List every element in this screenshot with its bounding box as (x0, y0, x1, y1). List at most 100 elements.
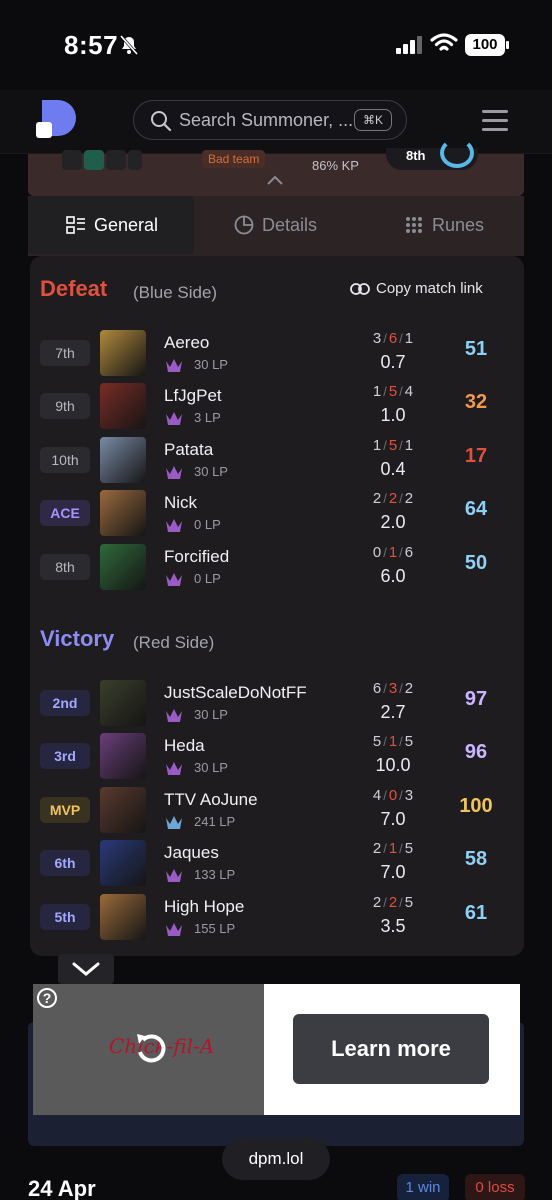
placement-badge: 8th (40, 554, 90, 580)
champion-portrait[interactable] (100, 330, 146, 376)
champion-portrait[interactable] (100, 787, 146, 833)
assists: 5 (404, 733, 414, 750)
rank-emblem-icon (166, 762, 182, 775)
loss-count-badge: 0 loss (465, 1174, 525, 1200)
summoner-name[interactable]: LfJgPet (164, 386, 222, 406)
champion-portrait[interactable] (100, 894, 146, 940)
kills: 1 (372, 383, 382, 400)
menu-line (482, 128, 508, 131)
kill-participation: 86% KP (312, 158, 359, 173)
player-row[interactable]: 6th Jaques 133 LP 2/1/5 7.0 58 (30, 840, 524, 890)
kda-separator: / (399, 545, 403, 560)
assists: 2 (404, 490, 414, 507)
summoner-name[interactable]: Patata (164, 440, 213, 460)
kda-line: 5/1/5 (352, 733, 434, 750)
team-side-blue: (Blue Side) (133, 283, 218, 302)
kda-line: 2/2/5 (352, 894, 434, 911)
rank-emblem-icon (166, 816, 182, 829)
summoner-name[interactable]: Forcified (164, 547, 229, 567)
champion-portrait[interactable] (100, 840, 146, 886)
player-row[interactable]: ACE Nick 0 LP 2/2/2 2.0 64 (30, 490, 524, 540)
tab-runes[interactable]: Runes (404, 196, 514, 254)
pie-chart-icon (234, 215, 254, 235)
summoner-name[interactable]: Aereo (164, 333, 209, 353)
kda-ratio: 2.0 (380, 512, 406, 532)
kills: 5 (372, 733, 382, 750)
kda-separator: / (399, 331, 403, 346)
copy-match-link-button[interactable]: Copy match link (350, 280, 483, 297)
summoner-name[interactable]: JustScaleDoNotFF (164, 683, 307, 703)
champion-portrait[interactable] (100, 680, 146, 726)
url-pill[interactable]: dpm.lol (222, 1138, 330, 1180)
player-row[interactable]: 5th High Hope 155 LP 2/2/5 3.5 61 (30, 894, 524, 944)
kda-line: 2/1/5 (352, 840, 434, 857)
player-row[interactable]: 8th Forcified 0 LP 0/1/6 6.0 50 (30, 544, 524, 594)
player-row[interactable]: 3rd Heda 30 LP 5/1/5 10.0 96 (30, 733, 524, 783)
placement-text: 8th (406, 148, 426, 163)
team-side-red: (Red Side) (133, 633, 215, 652)
league-points: 0 LP (194, 571, 221, 586)
tab-details[interactable]: Details (234, 196, 364, 254)
kda-ratio: 10.0 (375, 755, 411, 775)
kda-separator: / (399, 491, 403, 506)
link-icon (350, 282, 370, 295)
performance-score: 97 (464, 688, 488, 710)
kda-ratio: 1.0 (380, 405, 406, 425)
summoner-name[interactable]: Jaques (164, 843, 219, 863)
placement-badge: 7th (40, 340, 90, 366)
bad-team-badge: Bad team (202, 150, 266, 168)
champion-portrait[interactable] (100, 544, 146, 590)
assists: 2 (404, 680, 414, 697)
kda-separator: / (383, 788, 387, 803)
placement-badge: 6th (40, 850, 90, 876)
kda-ratio: 3.5 (380, 916, 406, 936)
summoner-name[interactable]: Nick (164, 493, 197, 513)
kda-ratio: 7.0 (380, 809, 406, 829)
kills: 1 (372, 437, 382, 454)
dpm-logo-icon[interactable] (34, 98, 78, 142)
kda-ratio: 0.7 (380, 352, 406, 372)
collapse-ad-button[interactable] (58, 954, 114, 984)
placement-badge: 10th (40, 447, 90, 473)
player-row[interactable]: 7th Aereo 30 LP 3/6/1 0.7 51 (30, 330, 524, 380)
league-points: 30 LP (194, 357, 228, 372)
kda-separator: / (383, 491, 387, 506)
league-points: 30 LP (194, 707, 228, 722)
ad-banner[interactable]: ? Chick-fil-A Learn more (33, 984, 520, 1115)
summoner-name[interactable]: High Hope (164, 897, 244, 917)
deaths: 1 (388, 733, 398, 750)
copy-match-link-label: Copy match link (376, 280, 483, 297)
champion-portrait[interactable] (100, 437, 146, 483)
tab-general[interactable]: General (28, 196, 194, 254)
item-icon (106, 150, 126, 170)
league-points: 30 LP (194, 464, 228, 479)
champion-portrait[interactable] (100, 733, 146, 779)
summoner-name[interactable]: TTV AoJune (164, 790, 258, 810)
champion-portrait[interactable] (100, 490, 146, 536)
assists: 3 (404, 787, 414, 804)
chevron-up-icon[interactable] (266, 174, 284, 186)
summoner-name[interactable]: Heda (164, 736, 205, 756)
player-row[interactable]: 2nd JustScaleDoNotFF 30 LP 6/3/2 2.7 97 (30, 680, 524, 730)
bell-muted-icon (119, 35, 139, 55)
hamburger-menu-button[interactable] (482, 110, 508, 131)
tab-details-label: Details (262, 214, 318, 235)
match-card-summary[interactable]: Bad team 86% KP 8th (28, 138, 524, 196)
performance-score: 32 (464, 391, 488, 413)
kda-line: 1/5/4 (352, 383, 434, 400)
player-row[interactable]: 9th LfJgPet 3 LP 1/5/4 1.0 32 (30, 383, 524, 433)
performance-score: 58 (464, 848, 488, 870)
placement-badge: ACE (40, 500, 90, 526)
champion-portrait[interactable] (100, 383, 146, 429)
replay-icon[interactable] (131, 1028, 171, 1068)
ad-help-icon[interactable]: ? (37, 988, 57, 1008)
rune-icon (62, 150, 82, 170)
kda-ratio: 6.0 (380, 566, 406, 586)
kills: 2 (372, 490, 382, 507)
ad-learn-more-button[interactable]: Learn more (293, 1014, 489, 1084)
player-row[interactable]: MVP TTV AoJune 241 LP 4/0/3 7.0 100 (30, 787, 524, 837)
kda-line: 4/0/3 (352, 787, 434, 804)
search-bar[interactable]: Search Summoner, ... ⌘K (133, 100, 407, 140)
player-row[interactable]: 10th Patata 30 LP 1/5/1 0.4 17 (30, 437, 524, 487)
kda-separator: / (383, 545, 387, 560)
